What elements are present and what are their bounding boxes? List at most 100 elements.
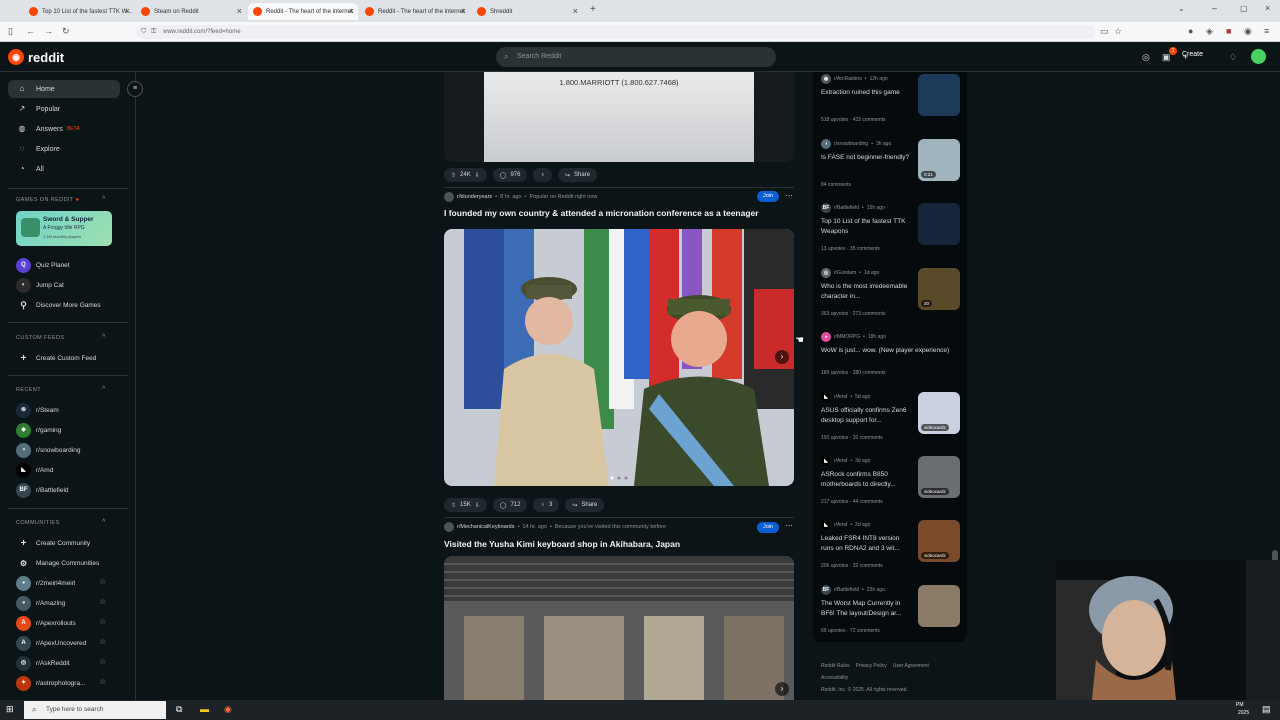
notifications-icon[interactable]: ▤ <box>1262 704 1271 715</box>
reddit-logo[interactable]: ◉ reddit <box>8 49 64 65</box>
sidebar-item-gaming[interactable]: ◆ r/gaming <box>16 422 128 438</box>
section-header-communities[interactable]: COMMUNITIES ^ <box>16 519 105 526</box>
section-header-recent[interactable]: RECENT ^ <box>16 386 105 393</box>
carousel-next-icon[interactable]: › <box>775 350 789 364</box>
vote-pill[interactable]: ⇧ 15K ⇩ <box>444 498 487 512</box>
url-input[interactable]: ⛉ ⚿ www.reddit.com/?feed=home <box>135 25 1095 39</box>
comments-button[interactable]: ◯ 712 <box>492 498 528 512</box>
upvote-icon[interactable]: ⇧ <box>451 172 456 179</box>
recent-post-item[interactable]: ◣ r/Amd • 5d ago ASUS officially confirms Z… <box>821 392 961 452</box>
reader-icon[interactable]: ▭ <box>1100 26 1109 37</box>
sidebar-item-explore[interactable]: ◌ Explore <box>8 140 120 158</box>
upvote-icon[interactable]: ⇧ <box>451 502 456 509</box>
close-icon[interactable]: × <box>237 6 242 16</box>
forward-icon[interactable]: → <box>44 26 53 36</box>
sidebar-item-all[interactable]: ◔ All <box>8 160 120 178</box>
post-media[interactable]: 1.800.MARRIOTT (1.800.627.7468) <box>444 72 794 162</box>
file-explorer-icon[interactable]: ▬ <box>200 704 209 714</box>
post-media[interactable]: › <box>444 556 794 700</box>
windows-start-icon[interactable]: ⊞ <box>6 704 14 715</box>
sidebar-item-community[interactable]: Ar/Apexrollouts ☆ <box>16 615 128 631</box>
star-icon[interactable]: ☆ <box>99 597 106 606</box>
close-icon[interactable]: × <box>349 6 354 16</box>
vote-pill[interactable]: ⇧ 24K ⇩ <box>444 168 487 182</box>
create-custom-feed-button[interactable]: + Create Custom Feed <box>16 350 128 366</box>
sidebar-item-amd[interactable]: ◣ r/Amd <box>16 462 128 478</box>
post-title[interactable]: Visited the Yusha Kimi keyboard shop in … <box>444 539 680 549</box>
subreddit-link[interactable]: r/ArcRaiders <box>834 76 862 82</box>
subreddit-link[interactable]: r/blunderyears <box>457 194 492 200</box>
reload-icon[interactable]: ↻ <box>62 26 70 37</box>
subreddit-link[interactable]: r/MechanicalKeyboards <box>457 524 514 530</box>
sidebar-item-popular[interactable]: ↗ Popular <box>8 100 120 118</box>
star-icon[interactable]: ☆ <box>99 677 106 686</box>
extension-icon[interactable]: ● <box>1188 26 1193 36</box>
post-title[interactable]: I founded my own country & attended a mi… <box>444 208 759 218</box>
bookmark-star-icon[interactable]: ☆ <box>1114 26 1122 37</box>
carousel-next-icon[interactable]: › <box>775 682 789 696</box>
sidebar-item-jump-cat[interactable]: ◐ Jump Cat <box>16 277 128 293</box>
sidebar-item-battlefield[interactable]: BF r/Battlefield <box>16 482 128 498</box>
subreddit-link[interactable]: r/Battlefield <box>834 587 859 593</box>
share-button[interactable]: ↪ Share <box>557 168 598 182</box>
tab-list-icon[interactable]: ⌄ <box>1178 4 1185 13</box>
recent-post-item[interactable]: ◎ r/Gundam • 1d ago Who is the most irredee… <box>821 268 961 328</box>
window-close-icon[interactable]: × <box>1265 3 1270 13</box>
close-icon[interactable]: × <box>461 6 466 16</box>
more-options-icon[interactable]: ⋯ <box>785 521 793 530</box>
browser-tab[interactable]: Reddit - The heart of the internet × <box>360 3 470 20</box>
subreddit-link[interactable]: r/Amd <box>834 394 847 400</box>
join-button[interactable]: Join <box>757 522 779 533</box>
sidebar-item-community[interactable]: ◕ r/Amazing ☆ <box>16 595 128 611</box>
task-view-icon[interactable]: ⧉ <box>176 704 182 715</box>
manage-communities-button[interactable]: ⚙ Manage Communities <box>16 555 128 571</box>
sidebar-item-snowboarding[interactable]: ◑ r/snowboarding <box>16 442 128 458</box>
star-icon[interactable]: ☆ <box>99 577 106 586</box>
subreddit-link[interactable]: r/Amd <box>834 458 847 464</box>
recent-post-item[interactable]: ◉ r/ArcRaiders • 12h ago Extraction ruined … <box>821 74 961 134</box>
audio-icon[interactable]: ◉ <box>1244 26 1252 37</box>
search-input[interactable]: ⌕ Search Reddit <box>496 47 776 67</box>
star-icon[interactable]: ☆ <box>99 637 106 646</box>
bell-icon[interactable]: ♢ <box>1229 52 1237 63</box>
recent-post-item[interactable]: ◕ r/MMORPG • 18h ago WoW is just... wow. (N… <box>821 332 961 382</box>
close-icon[interactable]: × <box>125 6 130 16</box>
clock-date[interactable]: 2025 <box>1238 710 1249 716</box>
comments-button[interactable]: ◯ 976 <box>492 168 528 182</box>
firefox-icon[interactable]: ◉ <box>224 704 232 715</box>
sidebar-item-community[interactable]: Ar/ApexUncovered ☆ <box>16 635 128 651</box>
post-media[interactable]: › <box>444 229 794 486</box>
downvote-icon[interactable]: ⇩ <box>475 172 480 179</box>
recent-post-item[interactable]: BF r/Battlefield • 23h ago The Worst Map Cu… <box>821 585 961 641</box>
advertise-icon[interactable]: ◎ <box>1142 52 1150 63</box>
sidebar-item-community[interactable]: ✦ r/astrophotogra... ☆ <box>16 675 128 691</box>
share-button[interactable]: ↪ Share <box>565 498 605 512</box>
downvote-icon[interactable]: ⇩ <box>475 502 480 509</box>
sidebar-item-quiz-planet[interactable]: Q Quiz Planet <box>16 257 128 273</box>
browser-tab[interactable]: Steam on Reddit × <box>136 3 246 20</box>
sidebar-item-answers[interactable]: ◍ Answers BETA <box>8 120 120 138</box>
star-icon[interactable]: ☆ <box>99 657 106 666</box>
sidebar-item-community[interactable]: ◕ r/2meirl4meirl ☆ <box>16 575 128 591</box>
recent-post-item[interactable]: ◑ r/snowboarding • 3h ago Is FASE not begin… <box>821 139 961 199</box>
footer-link[interactable]: Privacy Policy <box>856 663 887 669</box>
sidebar-toggle-icon[interactable]: ▯ <box>8 26 13 37</box>
close-icon[interactable]: × <box>573 6 578 16</box>
taskbar-search-input[interactable]: ⌕ Type here to search <box>24 701 166 719</box>
sidebar-item-steam[interactable]: ⊚ r/Steam <box>16 402 128 418</box>
more-options-icon[interactable]: ⋯ <box>785 191 793 200</box>
sidebar-item-discover-games[interactable]: ⚲ Discover More Games <box>16 297 128 313</box>
adblock-icon[interactable]: ■ <box>1226 26 1231 36</box>
minimize-icon[interactable]: – <box>1212 3 1217 13</box>
footer-link[interactable]: Accessibility <box>821 675 848 681</box>
subreddit-link[interactable]: r/Amd <box>834 522 847 528</box>
recent-post-item[interactable]: ◣ r/Amd • 3d ago ASRock confirms B850 mothe… <box>821 456 961 516</box>
award-button[interactable]: ♁ <box>533 168 552 182</box>
maximize-icon[interactable]: ▢ <box>1240 4 1248 13</box>
back-icon[interactable]: ← <box>26 26 35 36</box>
subreddit-avatar[interactable] <box>444 192 454 202</box>
avatar[interactable] <box>1251 49 1266 64</box>
award-button[interactable]: ♁ 3 <box>533 498 560 512</box>
subreddit-link[interactable]: r/Battlefield <box>834 205 859 211</box>
recent-post-item[interactable]: ◣ r/Amd • 2d ago Leaked FSR4 INT8 version r… <box>821 520 961 580</box>
